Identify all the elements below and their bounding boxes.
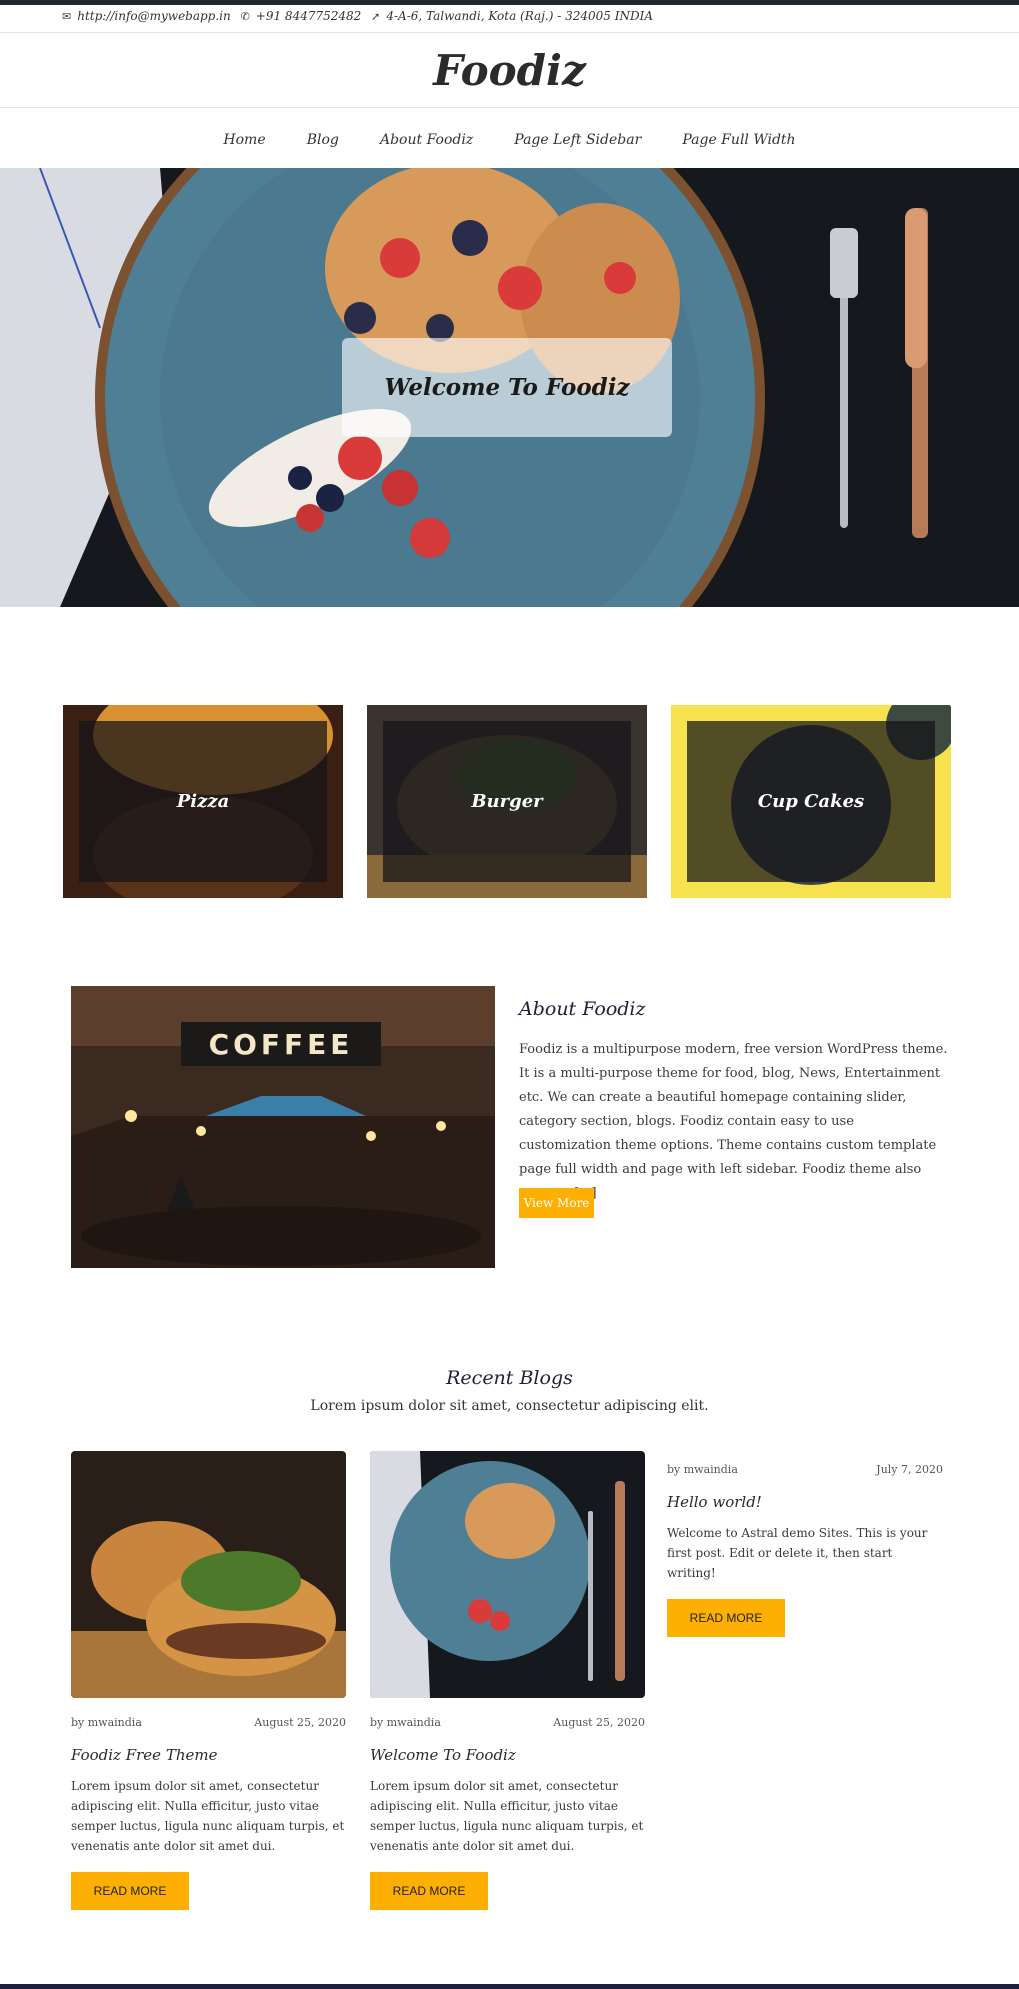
post-author[interactable]: by mwaindia: [667, 1463, 738, 1476]
post-author[interactable]: by mwaindia: [71, 1716, 142, 1729]
post-date: August 25, 2020: [553, 1716, 645, 1729]
category-card-pizza[interactable]: Pizza: [63, 705, 343, 898]
post-title[interactable]: Hello world!: [667, 1493, 943, 1511]
blog-post-card: by mwaindia August 25, 2020 Welcome To F…: [370, 1451, 645, 1910]
post-title[interactable]: Foodiz Free Theme: [71, 1746, 346, 1764]
post-thumbnail[interactable]: [370, 1451, 645, 1698]
hero-title: Welcome To Foodiz: [384, 374, 630, 401]
post-date: July 7, 2020: [876, 1463, 943, 1476]
contact-phone: +91 8447752482: [255, 9, 362, 23]
post-excerpt: Lorem ipsum dolor sit amet, consectetur …: [370, 1779, 644, 1853]
contact-topbar: ✉ http://info@mywebapp.in ✆ +91 8447752482…: [0, 5, 1019, 33]
post-thumbnail[interactable]: [71, 1451, 346, 1698]
category-overlay: Pizza: [79, 721, 327, 882]
recent-blogs-title: Recent Blogs: [446, 1367, 573, 1389]
hero-slider: Welcome To Foodiz: [0, 168, 1019, 607]
site-header: Foodiz: [0, 34, 1019, 108]
nav-item-page-left-sidebar[interactable]: Page Left Sidebar: [514, 132, 641, 148]
read-more-button[interactable]: READ MORE: [667, 1599, 785, 1637]
post-meta: by mwaindia August 25, 2020: [370, 1716, 645, 1732]
post-meta: by mwaindia July 7, 2020: [667, 1463, 943, 1479]
post-author[interactable]: by mwaindia: [370, 1716, 441, 1729]
category-overlay: Burger: [383, 721, 631, 882]
location-arrow-icon: ➚: [371, 10, 381, 23]
blog-post-card: by mwaindia July 7, 2020 Hello world! We…: [667, 1463, 943, 1637]
about-title: About Foodiz: [519, 998, 646, 1020]
main-nav: Home Blog About Foodiz Page Left Sidebar…: [0, 109, 1019, 168]
post-excerpt: Welcome to Astral demo Sites. This is yo…: [667, 1526, 928, 1580]
nav-item-blog[interactable]: Blog: [307, 132, 339, 148]
nav-item-about[interactable]: About Foodiz: [380, 132, 473, 148]
about-text: Foodiz is a multipurpose modern, free ve…: [519, 1042, 948, 1201]
post-date: August 25, 2020: [254, 1716, 346, 1729]
contact-email[interactable]: http://info@mywebapp.in: [77, 9, 231, 23]
contact-address: 4-A-6, Talwandi, Kota (Raj.) - 324005 IN…: [386, 9, 653, 23]
site-logo[interactable]: Foodiz: [433, 46, 586, 95]
post-meta: by mwaindia August 25, 2020: [71, 1716, 346, 1732]
category-card-cup-cakes[interactable]: Cup Cakes: [671, 705, 951, 898]
view-more-button[interactable]: View More: [519, 1188, 594, 1218]
category-label: Cup Cakes: [757, 791, 865, 812]
hero-caption-box: Welcome To Foodiz: [342, 338, 672, 437]
nav-item-home[interactable]: Home: [223, 132, 265, 148]
category-label: Burger: [471, 791, 543, 812]
read-more-button[interactable]: READ MORE: [370, 1872, 488, 1910]
phone-icon: ✆: [240, 10, 250, 23]
category-label: Pizza: [176, 791, 230, 812]
category-card-burger[interactable]: Burger: [367, 705, 647, 898]
post-title[interactable]: Welcome To Foodiz: [370, 1746, 645, 1764]
coffee-sign: COFFEE: [209, 1028, 354, 1061]
post-excerpt: Lorem ipsum dolor sit amet, consectetur …: [71, 1779, 345, 1853]
read-more-button[interactable]: READ MORE: [71, 1872, 189, 1910]
blog-post-card: by mwaindia August 25, 2020 Foodiz Free …: [71, 1451, 346, 1910]
recent-blogs-subtitle: Lorem ipsum dolor sit amet, consectetur …: [310, 1398, 709, 1414]
nav-item-page-full-width[interactable]: Page Full Width: [682, 132, 795, 148]
category-overlay: Cup Cakes: [687, 721, 935, 882]
footer-bar: [0, 1984, 1019, 1989]
about-image: COFFEE: [71, 986, 495, 1268]
envelope-icon: ✉: [62, 10, 72, 23]
